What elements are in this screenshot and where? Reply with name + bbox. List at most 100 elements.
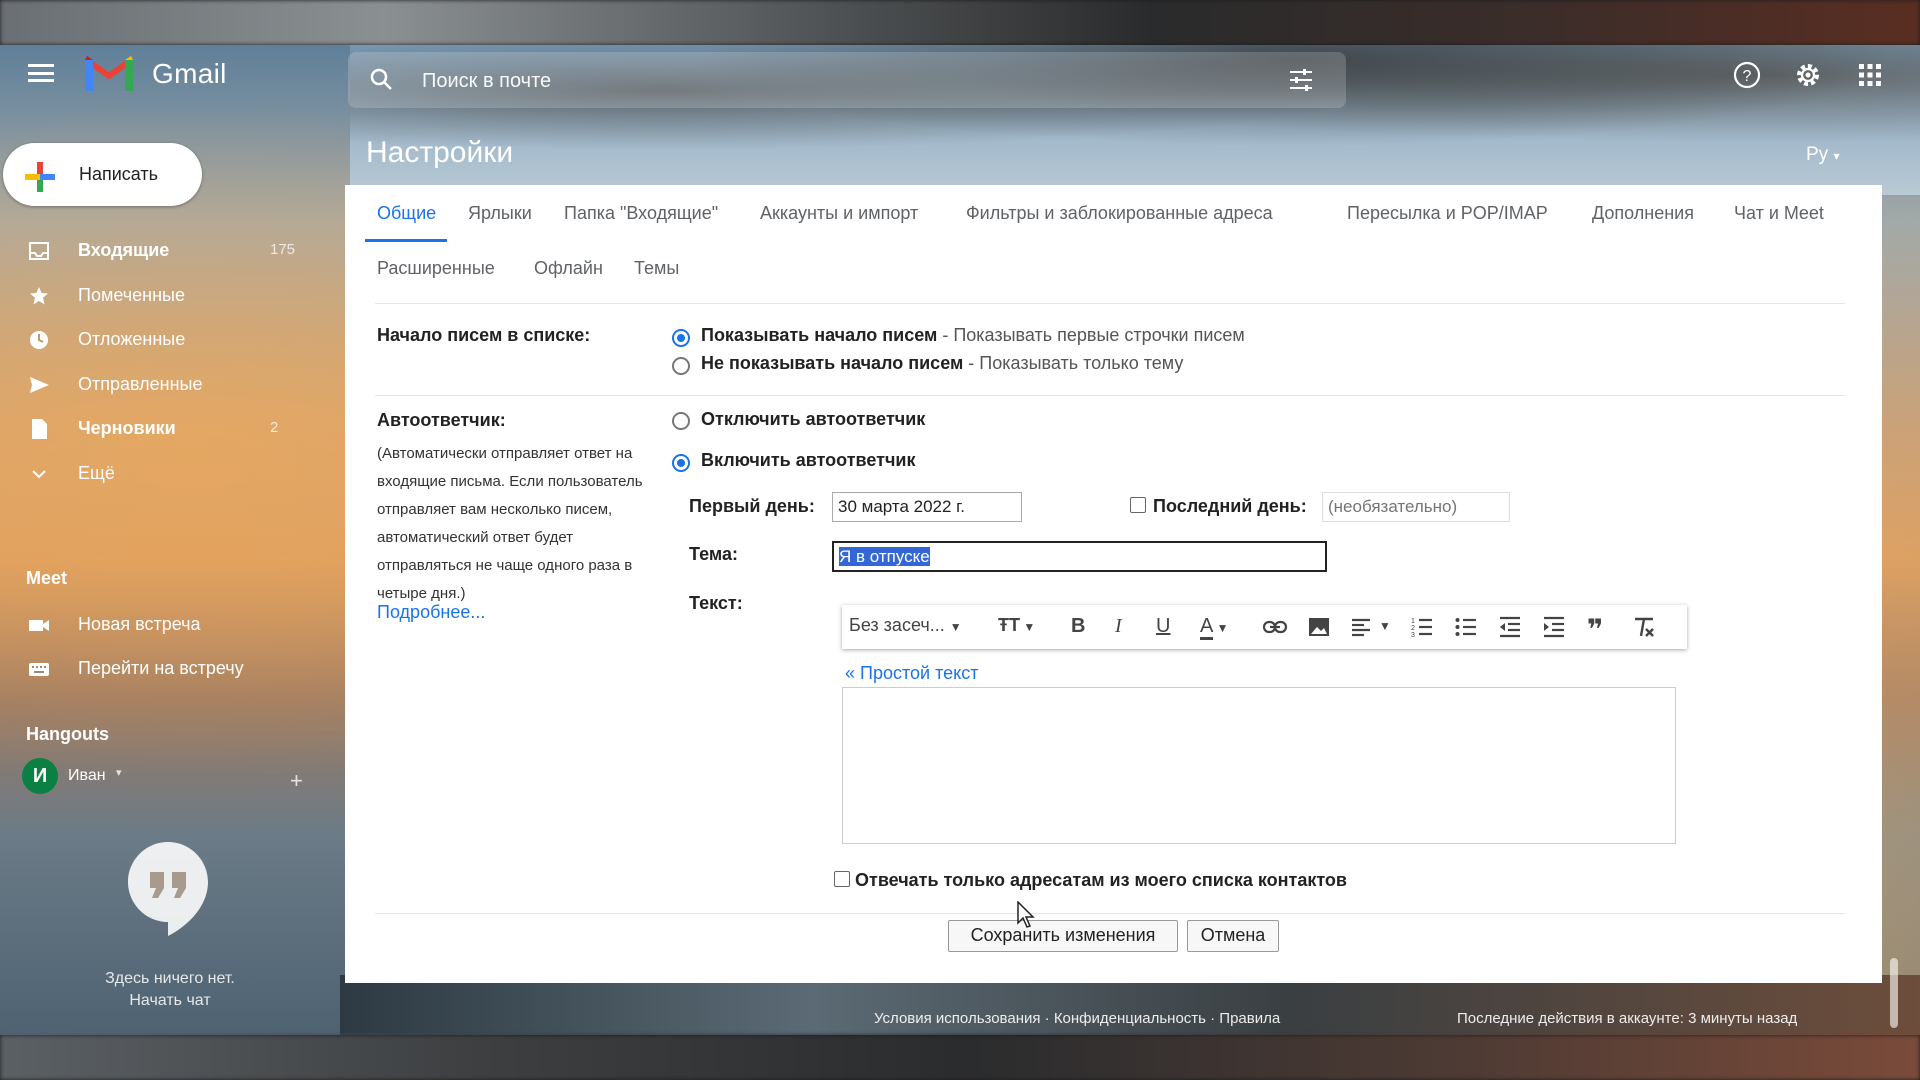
input-language-label: Ру xyxy=(1806,144,1829,165)
compose-button[interactable]: Написать xyxy=(3,143,202,206)
sidebar-item-label: Помеченные xyxy=(78,285,185,305)
snippets-hide-option[interactable]: Не показывать начало писем - Показывать … xyxy=(701,353,1183,374)
add-chat-plus-icon[interactable]: + xyxy=(290,768,303,794)
tab-inbox[interactable]: Папка "Входящие" xyxy=(564,203,718,224)
snippets-hide-label: Не показывать начало писем xyxy=(701,353,964,373)
star-icon xyxy=(30,287,48,305)
gmail-logo-icon[interactable] xyxy=(84,56,134,92)
message-label: Текст: xyxy=(689,593,743,613)
snippets-show-radio[interactable] xyxy=(672,329,690,347)
tab-advanced[interactable]: Расширенные xyxy=(377,258,495,279)
chevron-down-icon xyxy=(32,470,46,479)
sidebar-item-label: Входящие xyxy=(78,240,170,260)
active-tab-indicator xyxy=(365,239,447,242)
tab-addons[interactable]: Дополнения xyxy=(1592,203,1694,224)
sidebar-item-more[interactable]: Ещё xyxy=(0,454,320,494)
formatting-toolbar: Без засеч... ▼ ŦT ▼ B I U A ▼ ▼ 123 ❞ xyxy=(842,605,1687,649)
sidebar-item-sent[interactable]: Отправленные xyxy=(0,365,320,405)
main-menu-icon[interactable] xyxy=(28,64,54,82)
search-options-icon[interactable] xyxy=(1288,68,1314,92)
sidebar-item-starred[interactable]: Помеченные xyxy=(0,276,320,316)
snippets-show-label: Показывать начало писем xyxy=(701,325,938,345)
apps-grid-icon[interactable] xyxy=(1855,60,1885,90)
tab-themes[interactable]: Темы xyxy=(634,258,679,279)
snippets-label: Начало писем в списке: xyxy=(377,325,591,345)
insert-image-icon[interactable] xyxy=(1307,615,1331,639)
align-icon[interactable] xyxy=(1350,615,1376,639)
link-icon[interactable] xyxy=(1262,615,1288,639)
remove-formatting-icon[interactable] xyxy=(1632,615,1656,639)
sidebar-item-label: Отложенные xyxy=(78,329,186,349)
snippets-show-option[interactable]: Показывать начало писем - Показывать пер… xyxy=(701,325,1245,346)
account-activity[interactable]: Последние действия в аккаунте: 3 минуты … xyxy=(1457,1010,1797,1027)
page-scrollbar[interactable] xyxy=(1890,958,1898,1028)
vacation-off-label[interactable]: Отключить автоответчик xyxy=(701,409,925,430)
indent-less-icon[interactable] xyxy=(1498,615,1522,639)
learn-more-link[interactable]: Подробнее... xyxy=(377,602,485,623)
first-day-input[interactable] xyxy=(832,492,1022,522)
contacts-only-checkbox[interactable] xyxy=(834,871,850,887)
hangouts-empty-line1: Здесь ничего нет. xyxy=(105,970,235,987)
hangouts-empty-text: Здесь ничего нет. Начать чат xyxy=(80,970,260,1010)
settings-gear-icon[interactable] xyxy=(1793,60,1823,90)
tab-general[interactable]: Общие xyxy=(377,203,436,224)
snippets-hide-radio[interactable] xyxy=(672,357,690,375)
bold-icon[interactable]: B xyxy=(1071,615,1085,639)
cancel-button[interactable]: Отмена xyxy=(1187,920,1279,952)
help-icon[interactable]: ? xyxy=(1732,60,1762,90)
text-color-button[interactable]: A ▼ xyxy=(1200,615,1229,640)
font-family-select[interactable]: Без засеч... ▼ xyxy=(849,615,962,639)
tab-filters[interactable]: Фильтры и заблокированные адреса xyxy=(966,203,1273,224)
message-editor[interactable] xyxy=(842,687,1676,844)
plain-text-link[interactable]: « Простой текст xyxy=(845,663,978,684)
meet-new-meeting[interactable]: Новая встреча xyxy=(0,605,320,645)
tab-chat-meet[interactable]: Чат и Meet xyxy=(1734,203,1824,224)
last-day-input[interactable] xyxy=(1322,492,1510,522)
vacation-off-radio[interactable] xyxy=(672,412,690,430)
tab-offline[interactable]: Офлайн xyxy=(534,258,603,279)
bulleted-list-icon[interactable] xyxy=(1454,615,1478,639)
sidebar-item-label: Черновики xyxy=(78,418,176,438)
sidebar-item-drafts[interactable]: Черновики 2 xyxy=(0,409,320,449)
svg-text:?: ? xyxy=(1743,68,1752,85)
underline-icon[interactable]: U xyxy=(1156,615,1170,639)
input-language-selector[interactable]: Ру ▾ xyxy=(1806,144,1840,166)
vacation-on-label[interactable]: Включить автоответчик xyxy=(701,450,915,471)
indent-more-icon[interactable] xyxy=(1542,615,1566,639)
last-day-checkbox[interactable] xyxy=(1130,497,1146,513)
font-size-button[interactable]: ŦT ▼ xyxy=(998,615,1035,639)
plus-icon xyxy=(25,162,55,192)
first-day-label: Первый день: xyxy=(689,496,815,516)
video-frame-bottom xyxy=(0,1035,1920,1080)
tab-forwarding[interactable]: Пересылка и POP/IMAP xyxy=(1347,203,1548,224)
quote-icon[interactable]: ❞ xyxy=(1587,615,1603,645)
text-color-icon: A xyxy=(1200,615,1214,640)
sidebar-item-inbox[interactable]: Входящие 175 xyxy=(0,231,320,271)
start-chat-link[interactable]: Начать чат xyxy=(80,992,260,1010)
subject-input[interactable]: Я в отпуске xyxy=(832,541,1327,572)
section-divider xyxy=(375,395,1845,396)
meet-join-meeting[interactable]: Перейти на встречу xyxy=(0,649,320,689)
draft-count: 2 xyxy=(270,419,279,436)
chevron-down-icon: ▼ xyxy=(1020,620,1036,634)
mouse-cursor-icon xyxy=(1017,901,1035,928)
tab-labels[interactable]: Ярлыки xyxy=(468,203,532,224)
search-bar[interactable] xyxy=(348,52,1346,108)
snippets-hide-desc: - Показывать только тему xyxy=(963,353,1184,373)
subject-selected-text: Я в отпуске xyxy=(839,547,930,566)
terms-links[interactable]: Условия использования · Конфиденциальнос… xyxy=(874,1010,1280,1027)
sidebar-item-label: Отправленные xyxy=(78,374,203,394)
vacation-on-radio[interactable] xyxy=(672,454,690,472)
search-icon[interactable] xyxy=(370,68,392,90)
font-family-value: Без засеч... xyxy=(849,615,945,635)
sidebar-item-snoozed[interactable]: Отложенные xyxy=(0,320,320,360)
italic-icon[interactable]: I xyxy=(1115,615,1122,639)
keyboard-icon xyxy=(29,663,49,676)
svg-text:3: 3 xyxy=(1411,632,1415,639)
tab-accounts[interactable]: Аккаунты и импорт xyxy=(760,203,918,224)
search-input[interactable] xyxy=(420,62,1224,100)
gmail-wordmark: Gmail xyxy=(152,58,227,89)
save-changes-button[interactable]: Сохранить изменения xyxy=(948,920,1178,952)
video-frame-top xyxy=(0,0,1920,45)
numbered-list-icon[interactable]: 123 xyxy=(1410,615,1434,639)
